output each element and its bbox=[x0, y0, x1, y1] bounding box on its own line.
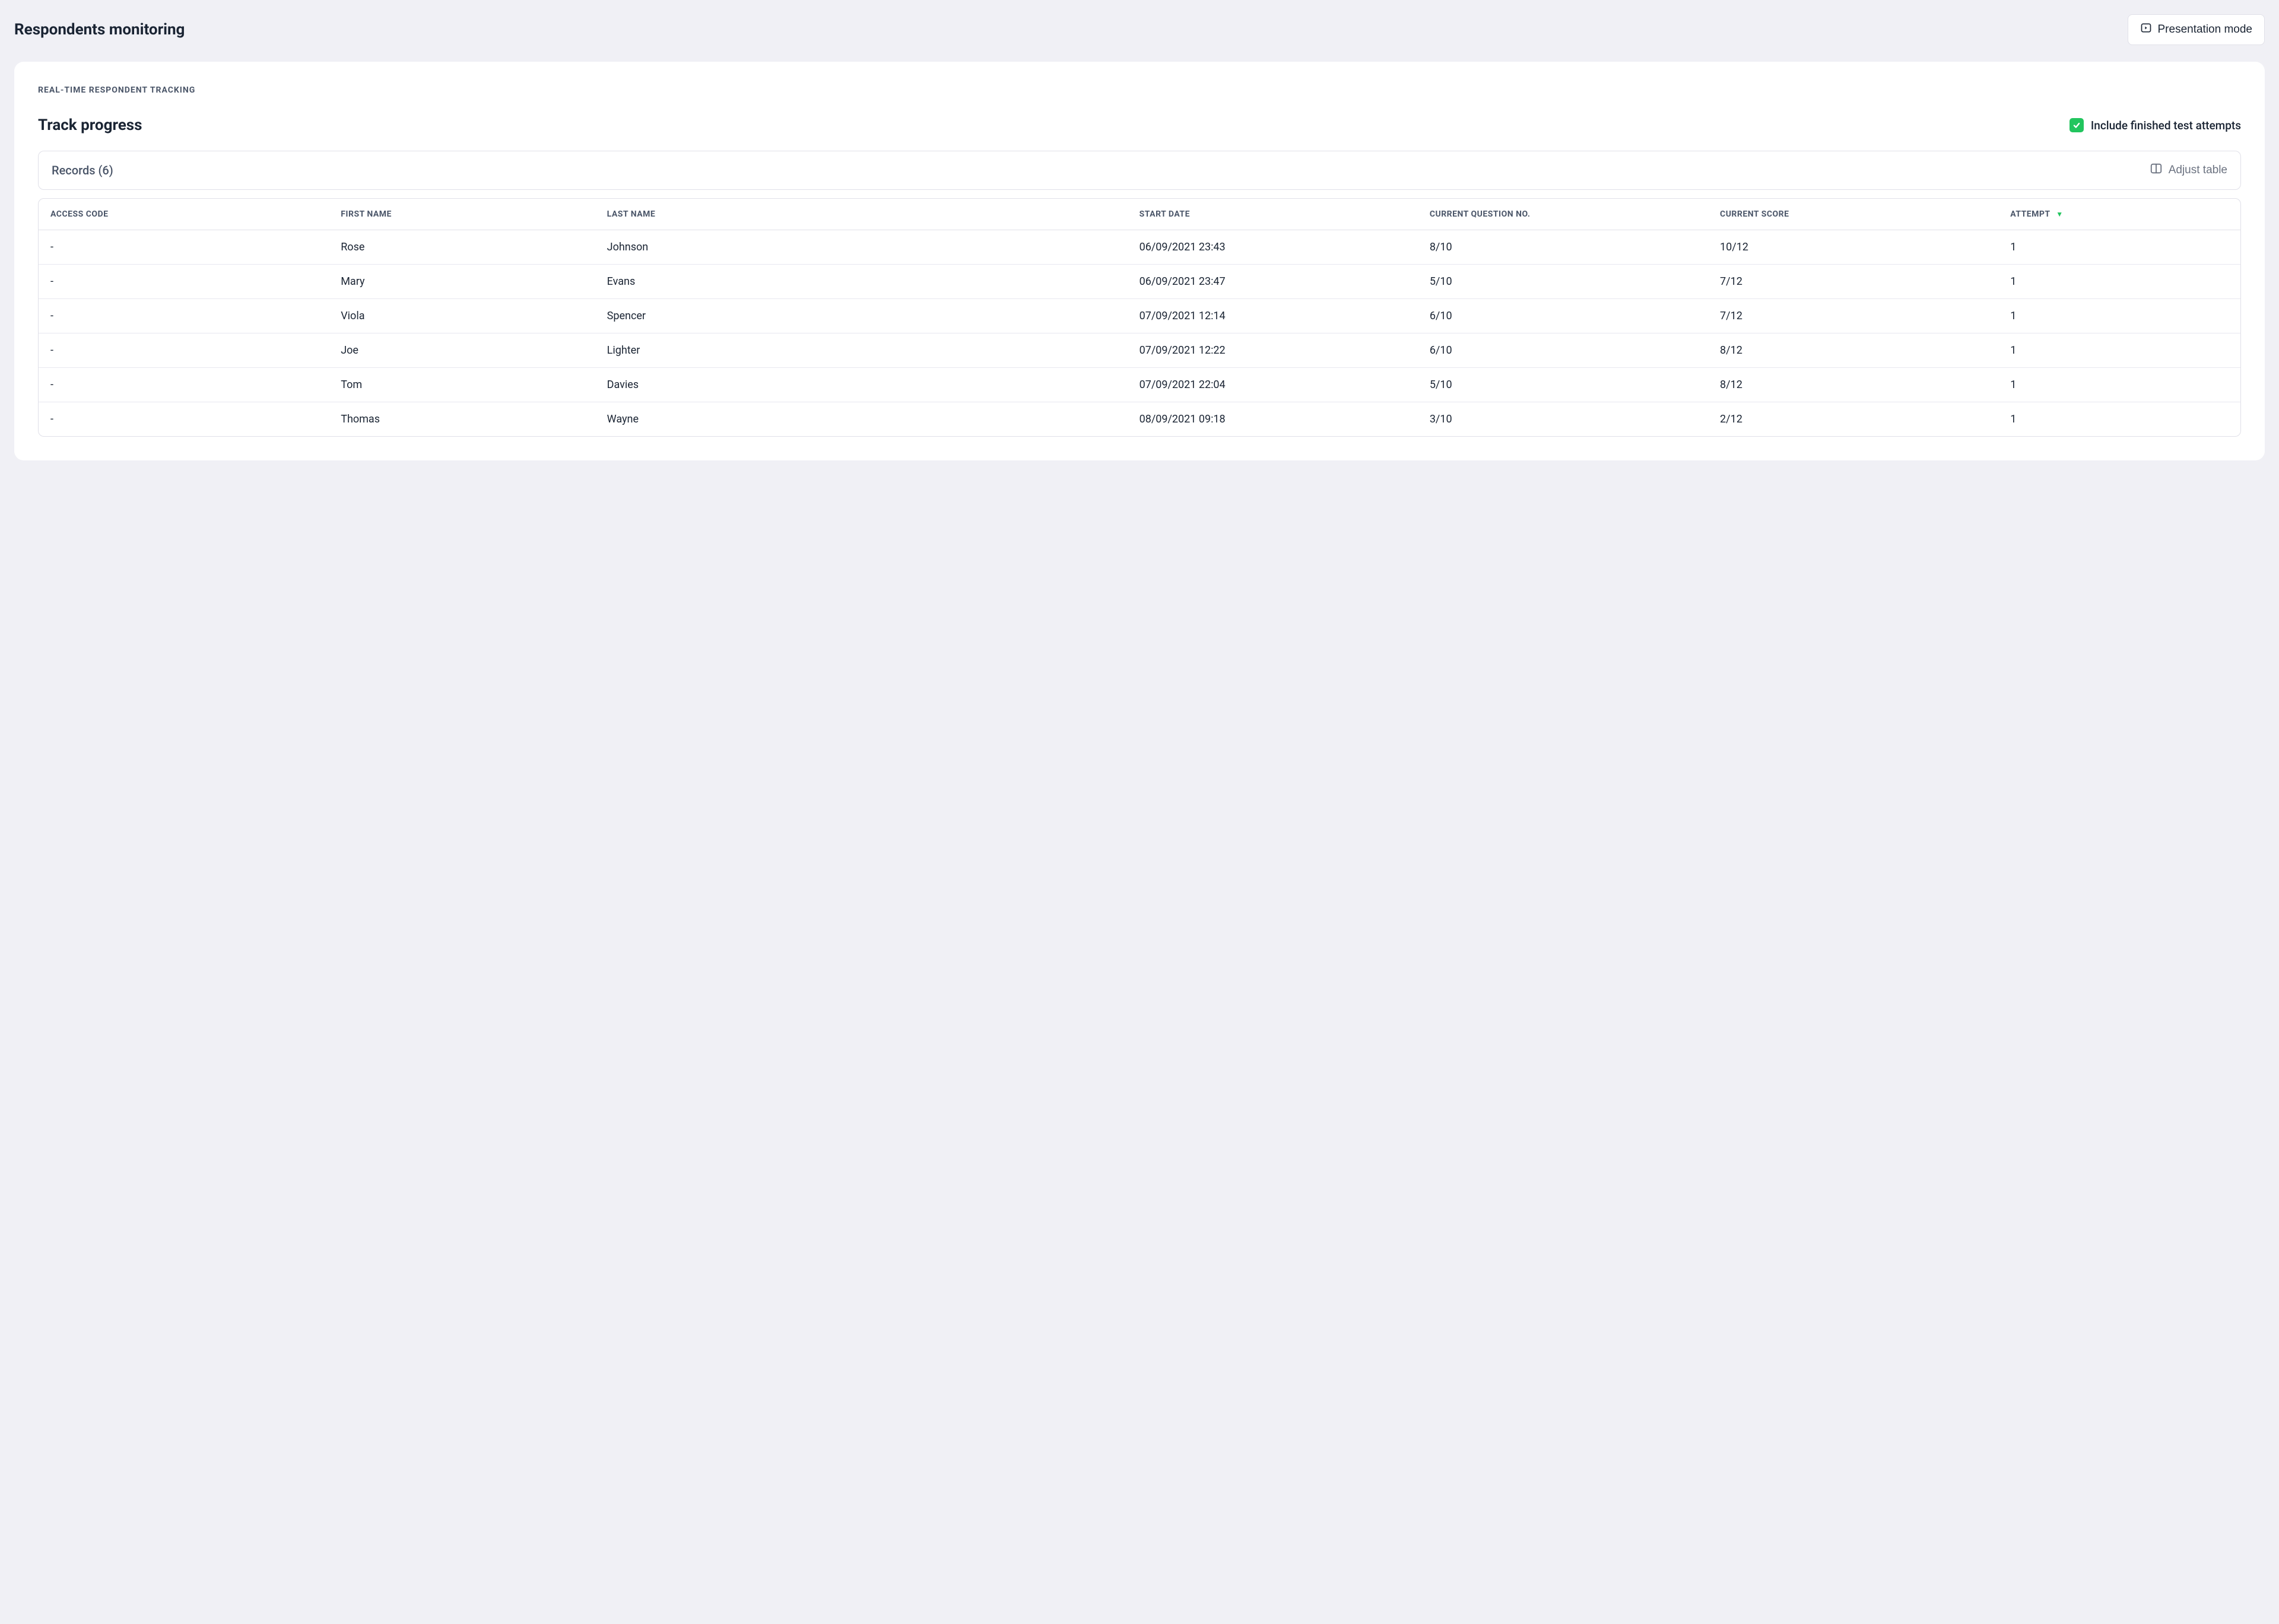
cell-current-question: 5/10 bbox=[1418, 265, 1708, 299]
cell-current-question: 5/10 bbox=[1418, 368, 1708, 402]
tracking-card: REAL-TIME RESPONDENT TRACKING Track prog… bbox=[14, 62, 2265, 460]
cell-first-name: Tom bbox=[329, 368, 595, 402]
cell-access-code: - bbox=[39, 368, 329, 402]
checkbox-checked-icon bbox=[2069, 118, 2084, 132]
table-row[interactable]: -ThomasWayne08/09/2021 09:183/102/121 bbox=[39, 402, 2240, 437]
table-row[interactable]: -JoeLighter07/09/2021 12:226/108/121 bbox=[39, 333, 2240, 368]
column-header-attempt[interactable]: ATTEMPT ▼ bbox=[1998, 199, 2240, 230]
presentation-mode-label: Presentation mode bbox=[2158, 23, 2253, 36]
records-bar: Records (6) Adjust table bbox=[38, 151, 2241, 190]
section-title: Track progress bbox=[38, 116, 142, 134]
cell-last-name: Wayne bbox=[595, 402, 1128, 437]
cell-access-code: - bbox=[39, 333, 329, 368]
cell-current-question: 3/10 bbox=[1418, 402, 1708, 437]
include-finished-toggle[interactable]: Include finished test attempts bbox=[2069, 118, 2241, 132]
table-row[interactable]: -TomDavies07/09/2021 22:045/108/121 bbox=[39, 368, 2240, 402]
column-header-attempt-label: ATTEMPT bbox=[2010, 209, 2050, 219]
cell-current-question: 6/10 bbox=[1418, 299, 1708, 333]
column-header-last-name[interactable]: LAST NAME bbox=[595, 199, 1128, 230]
cell-first-name: Rose bbox=[329, 230, 595, 265]
cell-last-name: Johnson bbox=[595, 230, 1128, 265]
cell-current-score: 7/12 bbox=[1708, 265, 1998, 299]
cell-last-name: Lighter bbox=[595, 333, 1128, 368]
cell-access-code: - bbox=[39, 265, 329, 299]
play-icon bbox=[2140, 22, 2152, 37]
presentation-mode-button[interactable]: Presentation mode bbox=[2128, 14, 2265, 45]
cell-first-name: Viola bbox=[329, 299, 595, 333]
cell-start-date: 07/09/2021 12:22 bbox=[1128, 333, 1418, 368]
cell-access-code: - bbox=[39, 299, 329, 333]
cell-attempt: 1 bbox=[1998, 230, 2240, 265]
cell-first-name: Mary bbox=[329, 265, 595, 299]
table-header-row: ACCESS CODE FIRST NAME LAST NAME START D… bbox=[39, 199, 2240, 230]
cell-attempt: 1 bbox=[1998, 265, 2240, 299]
cell-last-name: Evans bbox=[595, 265, 1128, 299]
cell-attempt: 1 bbox=[1998, 299, 2240, 333]
table-row[interactable]: -MaryEvans06/09/2021 23:475/107/121 bbox=[39, 265, 2240, 299]
table-row[interactable]: -ViolaSpencer07/09/2021 12:146/107/121 bbox=[39, 299, 2240, 333]
column-header-current-question[interactable]: CURRENT QUESTION NO. bbox=[1418, 199, 1708, 230]
cell-start-date: 07/09/2021 22:04 bbox=[1128, 368, 1418, 402]
cell-current-question: 8/10 bbox=[1418, 230, 1708, 265]
column-header-first-name[interactable]: FIRST NAME bbox=[329, 199, 595, 230]
include-finished-label: Include finished test attempts bbox=[2091, 119, 2241, 132]
cell-start-date: 08/09/2021 09:18 bbox=[1128, 402, 1418, 437]
section-header: Track progress Include finished test att… bbox=[38, 116, 2241, 134]
cell-start-date: 06/09/2021 23:47 bbox=[1128, 265, 1418, 299]
cell-first-name: Joe bbox=[329, 333, 595, 368]
column-header-current-score[interactable]: CURRENT SCORE bbox=[1708, 199, 1998, 230]
cell-current-question: 6/10 bbox=[1418, 333, 1708, 368]
section-label: REAL-TIME RESPONDENT TRACKING bbox=[38, 85, 2241, 95]
page-title: Respondents monitoring bbox=[14, 21, 185, 39]
table-body: -RoseJohnson06/09/2021 23:438/1010/121-M… bbox=[39, 230, 2240, 437]
cell-attempt: 1 bbox=[1998, 333, 2240, 368]
sort-descending-icon: ▼ bbox=[2056, 210, 2063, 218]
cell-current-score: 7/12 bbox=[1708, 299, 1998, 333]
cell-last-name: Spencer bbox=[595, 299, 1128, 333]
cell-first-name: Thomas bbox=[329, 402, 595, 437]
adjust-table-label: Adjust table bbox=[2169, 164, 2227, 177]
cell-access-code: - bbox=[39, 402, 329, 437]
cell-start-date: 06/09/2021 23:43 bbox=[1128, 230, 1418, 265]
column-header-start-date[interactable]: START DATE bbox=[1128, 199, 1418, 230]
table-row[interactable]: -RoseJohnson06/09/2021 23:438/1010/121 bbox=[39, 230, 2240, 265]
cell-current-score: 2/12 bbox=[1708, 402, 1998, 437]
cell-start-date: 07/09/2021 12:14 bbox=[1128, 299, 1418, 333]
cell-current-score: 8/12 bbox=[1708, 333, 1998, 368]
respondents-table: ACCESS CODE FIRST NAME LAST NAME START D… bbox=[39, 199, 2240, 436]
records-count: Records (6) bbox=[52, 163, 113, 177]
cell-attempt: 1 bbox=[1998, 368, 2240, 402]
respondents-table-container: ACCESS CODE FIRST NAME LAST NAME START D… bbox=[38, 198, 2241, 437]
column-header-access-code[interactable]: ACCESS CODE bbox=[39, 199, 329, 230]
cell-access-code: - bbox=[39, 230, 329, 265]
cell-attempt: 1 bbox=[1998, 402, 2240, 437]
cell-current-score: 8/12 bbox=[1708, 368, 1998, 402]
cell-current-score: 10/12 bbox=[1708, 230, 1998, 265]
adjust-table-button[interactable]: Adjust table bbox=[2150, 162, 2227, 179]
columns-icon bbox=[2150, 162, 2163, 179]
cell-last-name: Davies bbox=[595, 368, 1128, 402]
page-header: Respondents monitoring Presentation mode bbox=[14, 14, 2265, 45]
